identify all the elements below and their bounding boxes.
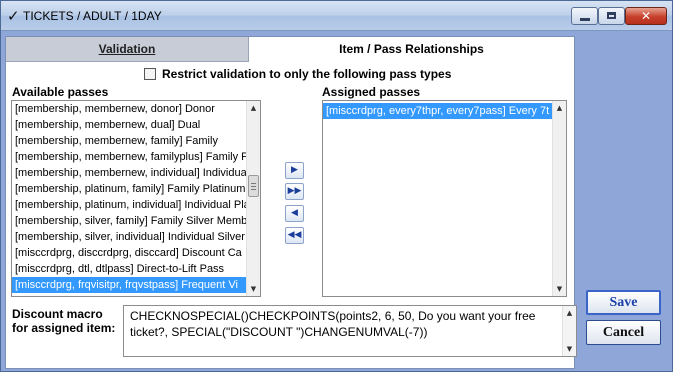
list-item[interactable]: [membership, silver, individual] Individ… — [12, 229, 246, 245]
list-item[interactable]: [membership, membernew, individual] Indi… — [12, 165, 246, 181]
assigned-passes-items: [misccrdprg, every7thpr, every7pass] Eve… — [323, 101, 552, 296]
move-all-left-button[interactable]: ◀◀ — [285, 227, 304, 244]
tab-validation[interactable]: Validation — [6, 37, 249, 62]
discount-macro-text[interactable]: CHECKNOSPECIAL()CHECKPOINTS(points2, 6, … — [130, 308, 558, 340]
list-item-selected[interactable]: [misccrdprg, frqvisitpr, frqvstpass] Fre… — [12, 277, 246, 293]
title-bar[interactable]: ✓ TICKETS / ADULT / 1DAY ✕ — [1, 1, 672, 31]
close-button[interactable]: ✕ — [625, 7, 667, 25]
tab-item-pass-relationships[interactable]: Item / Pass Relationships — [249, 37, 574, 62]
grip-line — [251, 189, 256, 190]
list-item[interactable]: [membership, platinum, individual] Indiv… — [12, 197, 246, 213]
list-item[interactable]: [membership, membernew, family] Family — [12, 133, 246, 149]
cancel-button[interactable]: Cancel — [586, 320, 661, 345]
list-item[interactable]: [misccrdprg, dtl, dtlpass] Direct-to-Lif… — [12, 261, 246, 277]
move-all-right-button[interactable]: ▶▶ — [285, 183, 304, 200]
discount-macro-label: Discount macro for assigned item: — [12, 307, 115, 335]
discount-macro-label-line2: for assigned item: — [12, 321, 116, 335]
maximize-icon — [607, 12, 616, 19]
move-right-button[interactable]: ▶ — [285, 162, 304, 179]
restrict-validation-checkbox[interactable] — [144, 68, 156, 80]
assigned-passes-label: Assigned passes — [322, 85, 421, 99]
list-item-selected[interactable]: [misccrdprg, every7thpr, every7pass] Eve… — [323, 103, 552, 119]
scroll-down-icon[interactable]: ▼ — [553, 282, 566, 296]
scroll-up-icon[interactable]: ▲ — [563, 306, 576, 320]
assigned-passes-list[interactable]: [misccrdprg, every7thpr, every7pass] Eve… — [322, 100, 567, 297]
minimize-icon — [580, 18, 590, 21]
list-item[interactable]: [membership, membernew, familyplus] Fami… — [12, 149, 246, 165]
ticket-window: ✓ TICKETS / ADULT / 1DAY ✕ Validation It… — [0, 0, 673, 372]
available-passes-label: Available passes — [12, 85, 109, 99]
minimize-button[interactable] — [571, 7, 598, 25]
window-title: TICKETS / ADULT / 1DAY — [23, 9, 162, 23]
restrict-validation-label: Restrict validation to only the followin… — [162, 67, 452, 81]
scroll-down-icon[interactable]: ▼ — [563, 342, 576, 356]
assigned-passes-scrollbar[interactable]: ▲ ▼ — [552, 101, 566, 296]
list-item[interactable]: [membership, silver, family] Family Silv… — [12, 213, 246, 229]
save-button[interactable]: Save — [586, 290, 661, 315]
scroll-down-icon[interactable]: ▼ — [247, 282, 260, 296]
scroll-up-icon[interactable]: ▲ — [553, 101, 566, 115]
discount-macro-scrollbar[interactable]: ▲ ▼ — [562, 306, 576, 356]
available-passes-items: [membership, membernew, donor] Donor [me… — [12, 101, 246, 296]
scroll-up-icon[interactable]: ▲ — [247, 101, 260, 115]
close-icon: ✕ — [640, 9, 652, 23]
grip-line — [251, 183, 256, 184]
discount-macro-field[interactable]: CHECKNOSPECIAL()CHECKPOINTS(points2, 6, … — [123, 305, 577, 357]
list-item[interactable]: [membership, membernew, donor] Donor — [12, 101, 246, 117]
move-left-button[interactable]: ◀ — [285, 205, 304, 222]
discount-macro-label-line1: Discount macro — [12, 307, 103, 321]
tab-panel: Validation Item / Pass Relationships Res… — [5, 36, 577, 369]
list-item[interactable]: [membership, platinum, family] Family Pl… — [12, 181, 246, 197]
maximize-button[interactable] — [598, 7, 625, 25]
app-check-icon: ✓ — [7, 7, 20, 25]
available-passes-scrollbar[interactable]: ▲ ▼ — [246, 101, 260, 296]
list-item[interactable]: [misccrdprg, disccrdprg, disccard] Disco… — [12, 245, 246, 261]
list-item[interactable]: [membership, membernew, dual] Dual — [12, 117, 246, 133]
scroll-thumb[interactable] — [248, 175, 259, 197]
available-passes-list[interactable]: [membership, membernew, donor] Donor [me… — [11, 100, 261, 297]
grip-line — [251, 186, 256, 187]
